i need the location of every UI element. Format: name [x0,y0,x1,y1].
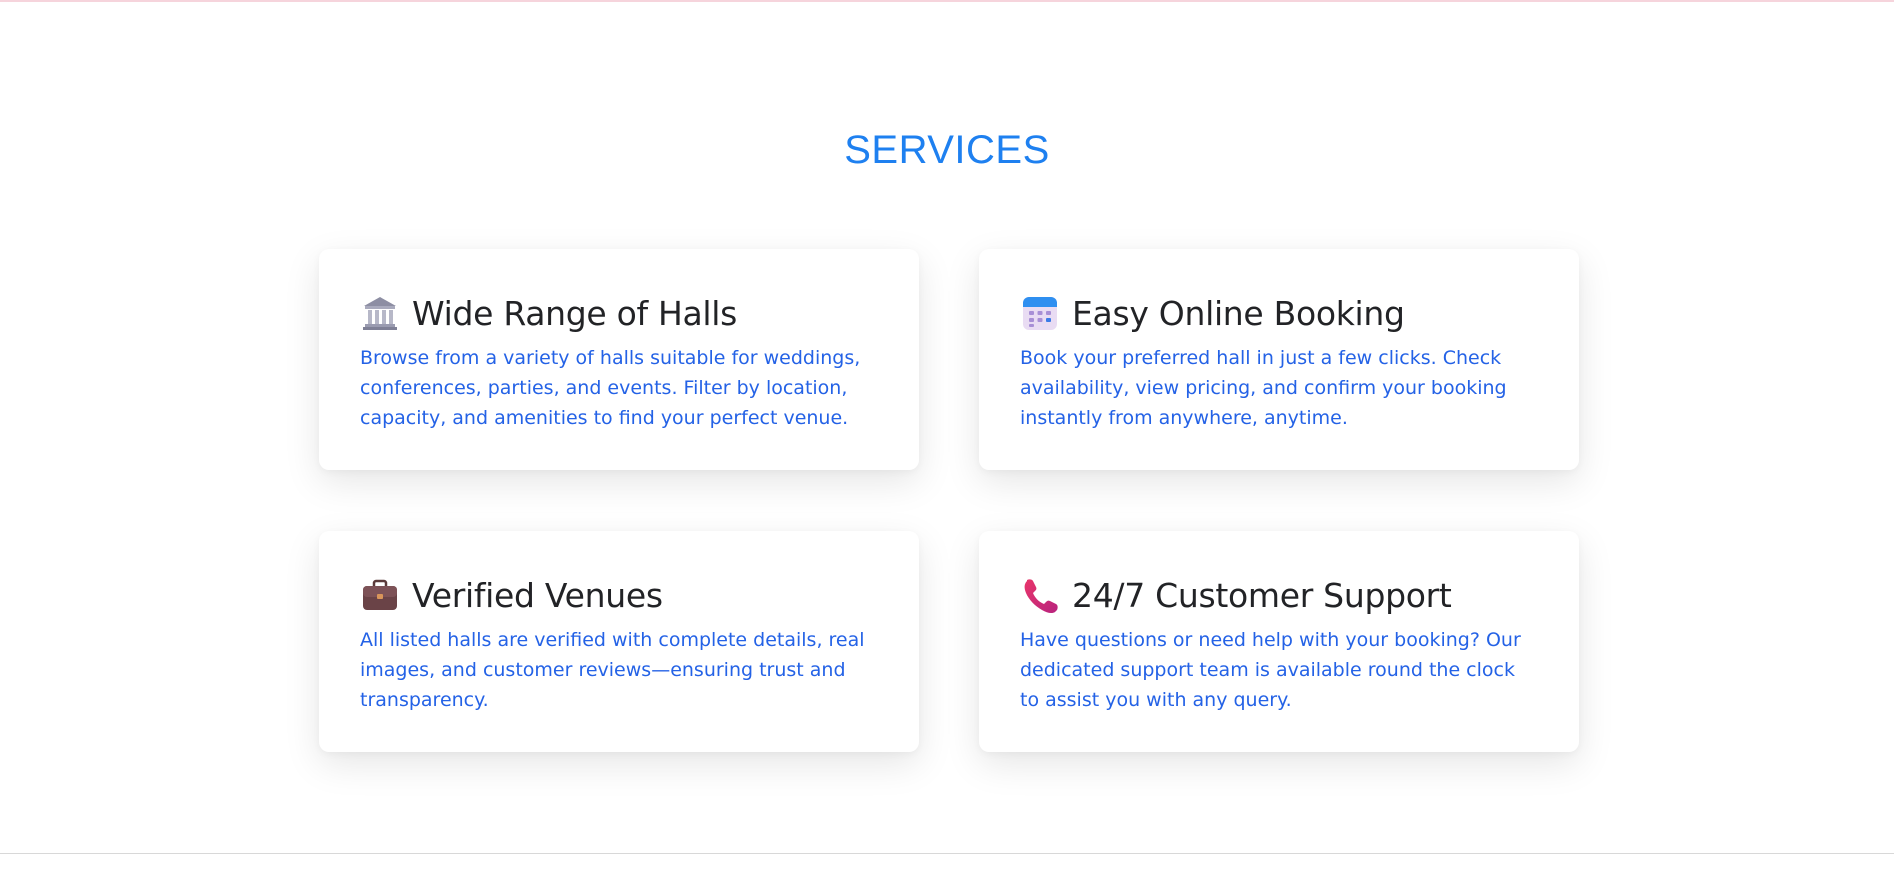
card-title: Wide Range of Halls [412,293,738,333]
card-header: 24/7 Customer Support [1020,573,1539,617]
service-card-verified: Verified Venues All listed halls are ver… [319,531,919,752]
section-title: SERVICES [844,128,1050,172]
service-card-halls: Wide Range of Halls Browse from a variet… [319,249,919,470]
card-description: All listed halls are verified with compl… [360,629,865,711]
calendar-icon [1020,293,1060,333]
card-title: 24/7 Customer Support [1072,575,1452,615]
card-title: Verified Venues [412,575,663,615]
briefcase-icon [360,575,400,615]
card-header: Verified Venues [360,573,879,617]
service-card-booking: Easy Online Booking Book your preferred … [979,249,1579,470]
card-header: Easy Online Booking [1020,291,1539,335]
card-header: Wide Range of Halls [360,291,879,335]
classical-building-icon [360,293,400,333]
service-card-support: 24/7 Customer Support Have questions or … [979,531,1579,752]
card-description: Book your preferred hall in just a few c… [1020,347,1507,429]
card-description: Browse from a variety of halls suitable … [360,347,861,429]
services-page: SERVICES Wide Range of Halls Browse from… [0,0,1894,889]
top-divider [0,0,1894,2]
bottom-divider [0,853,1894,854]
card-title: Easy Online Booking [1072,293,1405,333]
telephone-icon [1020,575,1060,615]
card-description: Have questions or need help with your bo… [1020,629,1521,711]
